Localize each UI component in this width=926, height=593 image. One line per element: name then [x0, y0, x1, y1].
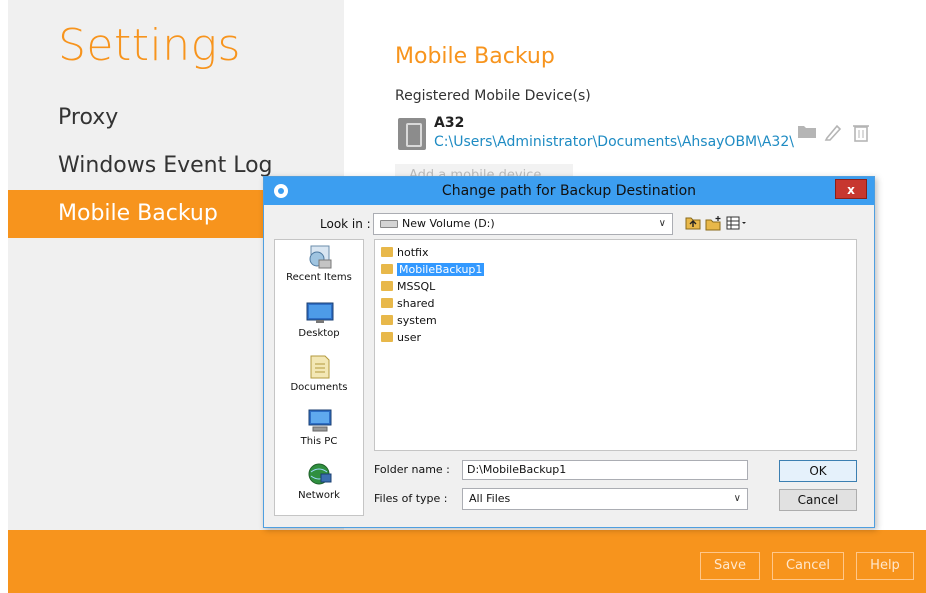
folder-name-label: Folder name :	[374, 463, 450, 476]
place-this-pc[interactable]: This PC	[275, 406, 363, 460]
help-button[interactable]: Help	[856, 552, 914, 580]
folder-icon	[381, 247, 393, 257]
list-item[interactable]: system	[381, 312, 437, 329]
view-menu-icon[interactable]	[726, 215, 748, 233]
save-button[interactable]: Save	[700, 552, 760, 580]
app-window: Settings Proxy Windows Event Log Mobile …	[0, 0, 926, 593]
look-in-select[interactable]: New Volume (D:) ∨	[373, 213, 673, 235]
list-item[interactable]: user	[381, 329, 421, 346]
place-label: Documents	[290, 382, 348, 393]
device-name: A32	[434, 115, 465, 131]
network-icon	[308, 463, 332, 485]
change-path-dialog: Change path for Backup Destination x Loo…	[263, 176, 875, 528]
mobile-device-icon	[398, 118, 426, 150]
place-label: Desktop	[298, 328, 340, 339]
chevron-down-icon: ∨	[733, 493, 741, 504]
files-of-type-value: All Files	[469, 492, 511, 505]
place-recent-items[interactable]: Recent Items	[275, 242, 363, 296]
place-label: Recent Items	[286, 272, 352, 283]
this-pc-icon	[308, 409, 332, 432]
list-item[interactable]: shared	[381, 295, 434, 312]
list-item[interactable]: hotfix	[381, 244, 428, 261]
folder-name-field[interactable]: D:\MobileBackup1	[462, 460, 748, 480]
delete-icon[interactable]	[850, 122, 872, 144]
places-bar: Recent Items Desktop Documents This PC N…	[274, 239, 364, 516]
folder-icon	[381, 298, 393, 308]
edit-icon[interactable]	[822, 122, 844, 144]
device-path-link[interactable]: C:\Users\Administrator\Documents\AhsayOB…	[434, 134, 794, 150]
page-title: Mobile Backup	[395, 44, 555, 69]
dialog-titlebar: Change path for Backup Destination x	[264, 177, 874, 205]
desktop-icon	[306, 302, 334, 323]
look-in-value: New Volume (D:)	[402, 217, 495, 230]
dialog-cancel-button[interactable]: Cancel	[779, 489, 857, 511]
place-label: Network	[298, 490, 340, 501]
folder-icon[interactable]	[796, 122, 818, 144]
new-folder-icon[interactable]	[705, 215, 723, 233]
folder-icon	[381, 264, 393, 274]
folder-icon	[381, 281, 393, 291]
look-in-label: Look in :	[320, 217, 371, 231]
registered-devices-label: Registered Mobile Device(s)	[395, 88, 591, 104]
chevron-down-icon: ∨	[658, 218, 666, 229]
file-list: hotfix MobileBackup1 MSSQL shared system…	[374, 239, 857, 451]
place-network[interactable]: Network	[275, 460, 363, 514]
place-desktop[interactable]: Desktop	[275, 298, 363, 352]
dialog-title: Change path for Backup Destination	[441, 183, 697, 199]
files-of-type-label: Files of type :	[374, 492, 448, 505]
recent-items-icon	[309, 245, 332, 269]
documents-icon	[310, 355, 330, 379]
settings-title: Settings	[58, 20, 241, 71]
ok-button[interactable]: OK	[779, 460, 857, 482]
sidebar-item-proxy[interactable]: Proxy	[8, 94, 344, 142]
cancel-button[interactable]: Cancel	[772, 552, 844, 580]
folder-icon	[381, 332, 393, 342]
folder-icon	[381, 315, 393, 325]
close-button[interactable]: x	[835, 179, 867, 199]
up-folder-icon[interactable]	[685, 215, 701, 233]
files-of-type-select[interactable]: All Files ∨	[462, 488, 748, 510]
place-documents[interactable]: Documents	[275, 352, 363, 406]
list-item[interactable]: MSSQL	[381, 278, 435, 295]
drive-icon	[380, 220, 398, 228]
place-label: This PC	[300, 436, 338, 447]
list-item[interactable]: MobileBackup1	[381, 261, 485, 278]
